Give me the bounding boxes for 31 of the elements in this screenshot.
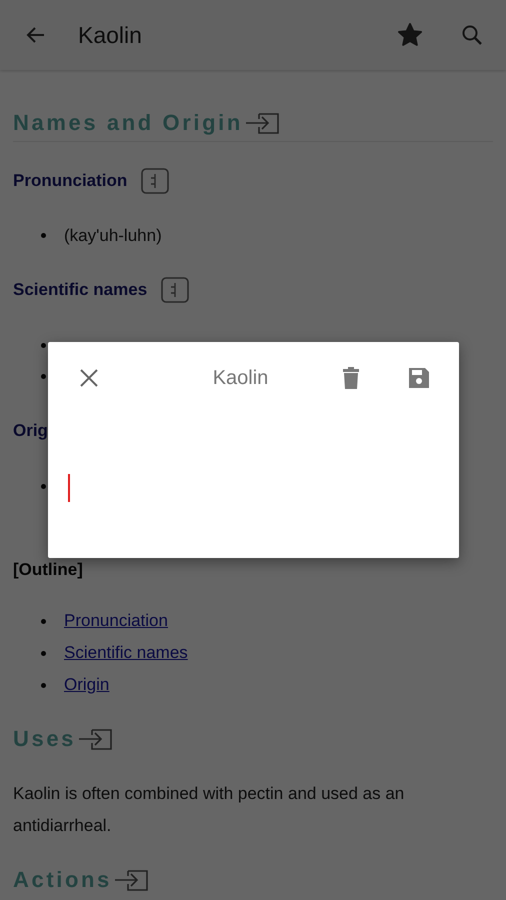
jump-icon[interactable]	[114, 868, 150, 892]
search-icon	[460, 23, 484, 47]
bullet-text: (kay'uh-luhn)	[64, 225, 162, 247]
jump-icon[interactable]	[161, 277, 190, 303]
outline-link[interactable]: Scientific names	[64, 637, 188, 669]
bullet-dot	[41, 343, 46, 348]
jump-icon[interactable]	[78, 727, 114, 751]
bullet-dot	[41, 374, 46, 379]
bullet-dot	[41, 650, 46, 656]
close-icon	[78, 367, 100, 389]
subheading: Pronunciation	[13, 170, 128, 192]
bullet-dot	[41, 618, 46, 624]
dialog-title: Kaolin	[212, 366, 270, 390]
bullet-dot	[41, 682, 46, 688]
section-title: Names and Origin	[13, 110, 243, 136]
bullet-dot	[41, 484, 46, 489]
outline-link[interactable]: Origin	[64, 669, 110, 701]
star-icon	[396, 21, 424, 49]
section-title: Actions	[13, 867, 112, 893]
save-icon	[407, 366, 431, 390]
subheading: Scientific names	[13, 279, 148, 301]
bullet-dot	[41, 233, 46, 238]
trash-icon	[341, 366, 361, 390]
outline-label: [Outline]	[13, 559, 84, 581]
jump-icon[interactable]	[244, 111, 281, 135]
outline-link[interactable]: Pronunciation	[64, 605, 168, 637]
jump-icon[interactable]	[141, 168, 170, 194]
section-title: Uses	[13, 726, 76, 752]
paragraph: Kaolin is often combined with pectin and used as an antidiarrheal.	[13, 783, 406, 837]
subheading: Orig	[13, 420, 48, 442]
app-bar-title: Kaolin	[78, 22, 143, 48]
